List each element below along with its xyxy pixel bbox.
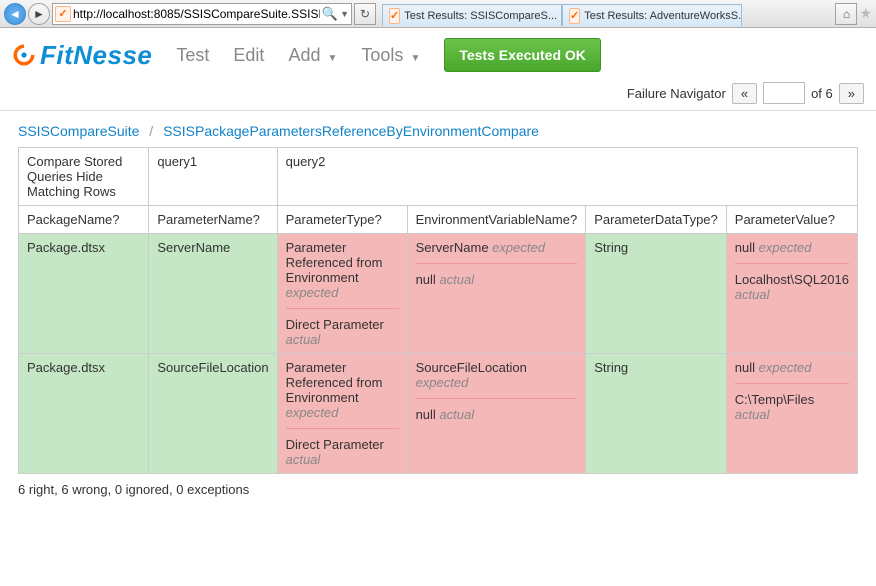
diff-separator bbox=[735, 263, 849, 264]
diff-separator bbox=[286, 428, 399, 429]
expected-hint: expected bbox=[286, 405, 399, 420]
address-bar[interactable]: ✓ 🔍 ▼ bbox=[52, 3, 352, 25]
nav-test[interactable]: Test bbox=[176, 45, 209, 66]
cell-package-name: Package.dtsx bbox=[19, 234, 149, 354]
breadcrumb-separator: / bbox=[149, 123, 153, 139]
diff-separator bbox=[735, 383, 849, 384]
tab-favicon-icon: ✓ bbox=[389, 8, 400, 24]
actual-value: Direct Parameter bbox=[286, 437, 399, 452]
failure-index-input[interactable] bbox=[763, 82, 805, 104]
col-header: ParameterValue? bbox=[726, 206, 857, 234]
forward-button[interactable]: ► bbox=[28, 3, 50, 25]
dropdown-icon[interactable]: ▼ bbox=[340, 9, 349, 19]
meta-cell: Compare Stored Queries Hide Matching Row… bbox=[19, 148, 149, 206]
header-row: PackageName? ParameterName? ParameterTyp… bbox=[19, 206, 858, 234]
browser-chrome: ◄ ► ✓ 🔍 ▼ ↻ ✓ Test Results: SSISCompareS… bbox=[0, 0, 876, 28]
actual-hint: actual bbox=[286, 452, 399, 467]
actual-hint: actual bbox=[735, 407, 849, 422]
diff-separator bbox=[416, 263, 578, 264]
expected-value: ServerName bbox=[416, 240, 489, 255]
actual-value: Localhost\SQL2016 bbox=[735, 272, 849, 287]
nav-add-label: Add bbox=[288, 45, 320, 65]
tab-title: Test Results: SSISCompareS... bbox=[404, 10, 557, 22]
meta-cell: query1 bbox=[149, 148, 277, 206]
col-header: ParameterDataType? bbox=[586, 206, 727, 234]
expected-hint: expected bbox=[492, 240, 545, 255]
tab-2[interactable]: ✓ Test Results: AdventureWorksS... bbox=[562, 4, 742, 26]
actual-hint: actual bbox=[439, 407, 474, 422]
meta-cell: query2 bbox=[277, 148, 857, 206]
tab-title: Test Results: AdventureWorksS... bbox=[584, 10, 742, 22]
cell-env-var: SourceFileLocation expected null actual bbox=[407, 354, 586, 474]
col-header: EnvironmentVariableName? bbox=[407, 206, 586, 234]
cell-parameter-value: null expected C:\Temp\Files actual bbox=[726, 354, 857, 474]
favorite-icon[interactable]: ★ bbox=[859, 5, 872, 22]
cell-parameter-type: Parameter Referenced from Environment ex… bbox=[277, 234, 407, 354]
cell-data-type: String bbox=[586, 354, 727, 474]
table-row: Package.dtsx SourceFileLocation Paramete… bbox=[19, 354, 858, 474]
expected-hint: expected bbox=[286, 285, 399, 300]
logo-text: FitNesse bbox=[40, 40, 152, 71]
cell-parameter-value: null expected Localhost\SQL2016 actual bbox=[726, 234, 857, 354]
cell-parameter-type: Parameter Referenced from Environment ex… bbox=[277, 354, 407, 474]
tests-executed-button[interactable]: Tests Executed OK bbox=[444, 38, 601, 72]
comparison-table: Compare Stored Queries Hide Matching Row… bbox=[18, 147, 858, 474]
nav-add[interactable]: Add ▼ bbox=[288, 45, 337, 66]
breadcrumb-page-link[interactable]: SSISPackageParametersReferenceByEnvironm… bbox=[163, 123, 539, 139]
fitnesse-logo[interactable]: FitNesse bbox=[10, 40, 152, 71]
tab-favicon-icon: ✓ bbox=[569, 8, 580, 24]
table-row: Package.dtsx ServerName Parameter Refere… bbox=[19, 234, 858, 354]
refresh-button[interactable]: ↻ bbox=[354, 3, 376, 25]
result-summary: 6 right, 6 wrong, 0 ignored, 0 exception… bbox=[0, 478, 876, 507]
actual-value: null bbox=[416, 272, 436, 287]
expected-value: SourceFileLocation bbox=[416, 360, 578, 375]
actual-hint: actual bbox=[439, 272, 474, 287]
tab-strip: ✓ Test Results: SSISCompareS... ✕ ✓ Test… bbox=[382, 1, 829, 26]
cell-parameter-name: SourceFileLocation bbox=[149, 354, 277, 474]
cell-env-var: ServerName expected null actual bbox=[407, 234, 586, 354]
actual-value: Direct Parameter bbox=[286, 317, 399, 332]
col-header: ParameterName? bbox=[149, 206, 277, 234]
fitnesse-toolbar: FitNesse Test Edit Add ▼ Tools ▼ Tests E… bbox=[0, 28, 876, 78]
col-header: PackageName? bbox=[19, 206, 149, 234]
logo-swirl-icon bbox=[10, 41, 38, 69]
actual-hint: actual bbox=[286, 332, 399, 347]
breadcrumb: SSISCompareSuite / SSISPackageParameters… bbox=[0, 111, 876, 147]
diff-separator bbox=[286, 308, 399, 309]
breadcrumb-root-link[interactable]: SSISCompareSuite bbox=[18, 123, 139, 139]
chevron-down-icon: ▼ bbox=[410, 53, 420, 64]
diff-separator bbox=[416, 398, 578, 399]
failure-next-button[interactable]: » bbox=[839, 83, 864, 104]
actual-hint: actual bbox=[735, 287, 849, 302]
chrome-right: ⌂ ★ bbox=[835, 3, 872, 25]
home-button[interactable]: ⌂ bbox=[835, 3, 857, 25]
expected-value: Parameter Referenced from Environment bbox=[286, 360, 399, 405]
expected-hint: expected bbox=[416, 375, 578, 390]
tab-1[interactable]: ✓ Test Results: SSISCompareS... ✕ bbox=[382, 4, 562, 26]
chevron-down-icon: ▼ bbox=[327, 53, 337, 64]
nav-edit[interactable]: Edit bbox=[233, 45, 264, 66]
col-header: ParameterType? bbox=[277, 206, 407, 234]
search-icon[interactable]: 🔍 bbox=[322, 6, 338, 22]
expected-value: null bbox=[735, 360, 755, 375]
actual-value: C:\Temp\Files bbox=[735, 392, 849, 407]
expected-hint: expected bbox=[759, 360, 812, 375]
failure-prev-button[interactable]: « bbox=[732, 83, 757, 104]
failure-navigator-label: Failure Navigator bbox=[627, 86, 726, 101]
back-button[interactable]: ◄ bbox=[4, 3, 26, 25]
failure-count-label: of 6 bbox=[811, 86, 833, 101]
nav-tools[interactable]: Tools ▼ bbox=[361, 45, 420, 66]
cell-package-name: Package.dtsx bbox=[19, 354, 149, 474]
url-input[interactable] bbox=[73, 5, 320, 23]
cell-parameter-name: ServerName bbox=[149, 234, 277, 354]
favicon-icon: ✓ bbox=[55, 6, 71, 22]
expected-value: null bbox=[735, 240, 755, 255]
expected-value: Parameter Referenced from Environment bbox=[286, 240, 399, 285]
failure-navigator: Failure Navigator « of 6 » bbox=[0, 78, 876, 111]
cell-data-type: String bbox=[586, 234, 727, 354]
actual-value: null bbox=[416, 407, 436, 422]
nav-tools-label: Tools bbox=[361, 45, 403, 65]
expected-hint: expected bbox=[759, 240, 812, 255]
meta-row: Compare Stored Queries Hide Matching Row… bbox=[19, 148, 858, 206]
